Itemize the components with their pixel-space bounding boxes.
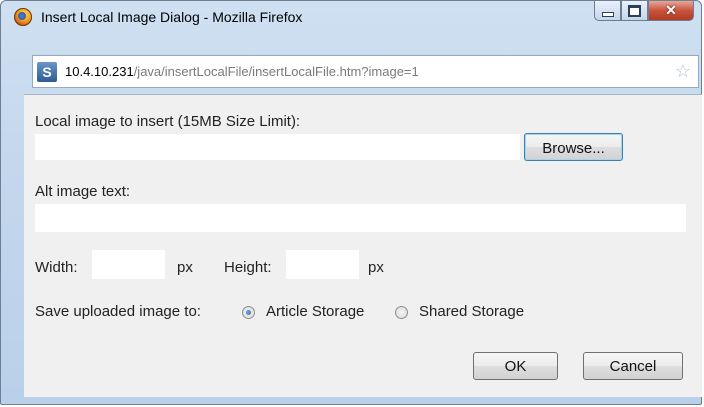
local-image-file-field[interactable]: [35, 134, 520, 160]
height-label: Height:: [224, 259, 272, 276]
minimize-button[interactable]: [594, 1, 621, 21]
site-icon: S: [37, 62, 57, 82]
url-text[interactable]: 10.4.10.231/java/insertLocalFile/insertL…: [65, 64, 419, 79]
save-to-label: Save uploaded image to:: [35, 303, 201, 320]
local-image-label: Local image to insert (15MB Size Limit):: [35, 113, 301, 130]
firefox-icon: [14, 8, 32, 26]
star-icon[interactable]: ☆: [675, 61, 691, 82]
title-bar[interactable]: Insert Local Image Dialog - Mozilla Fire…: [1, 1, 701, 35]
height-field[interactable]: [286, 250, 359, 279]
height-unit: px: [368, 259, 384, 276]
article-storage-label[interactable]: Article Storage: [266, 303, 364, 320]
alt-text-field[interactable]: [35, 204, 686, 232]
window-title: Insert Local Image Dialog - Mozilla Fire…: [41, 9, 303, 25]
url-path: /java/insertLocalFile/insertLocalFile.ht…: [133, 64, 419, 79]
shared-storage-radio[interactable]: [395, 306, 408, 319]
address-bar[interactable]: S 10.4.10.231/java/insertLocalFile/inser…: [32, 55, 699, 88]
width-unit: px: [177, 259, 193, 276]
width-label: Width:: [35, 259, 78, 276]
article-storage-radio[interactable]: [242, 306, 255, 319]
browse-button[interactable]: Browse...: [524, 133, 623, 161]
alt-text-label: Alt image text:: [35, 183, 131, 200]
cancel-button[interactable]: Cancel: [583, 352, 683, 380]
window-controls: ✕: [594, 1, 694, 23]
maximize-icon: [628, 4, 641, 17]
width-field[interactable]: [92, 250, 165, 279]
maximize-button[interactable]: [621, 1, 648, 21]
url-host: 10.4.10.231: [65, 64, 134, 79]
minimize-icon: [601, 11, 614, 17]
close-icon: ✕: [665, 2, 677, 18]
close-button[interactable]: ✕: [648, 1, 694, 21]
shared-storage-label[interactable]: Shared Storage: [419, 303, 524, 320]
ok-button[interactable]: OK: [473, 352, 558, 380]
dialog-content: Local image to insert (15MB Size Limit):…: [24, 94, 702, 397]
